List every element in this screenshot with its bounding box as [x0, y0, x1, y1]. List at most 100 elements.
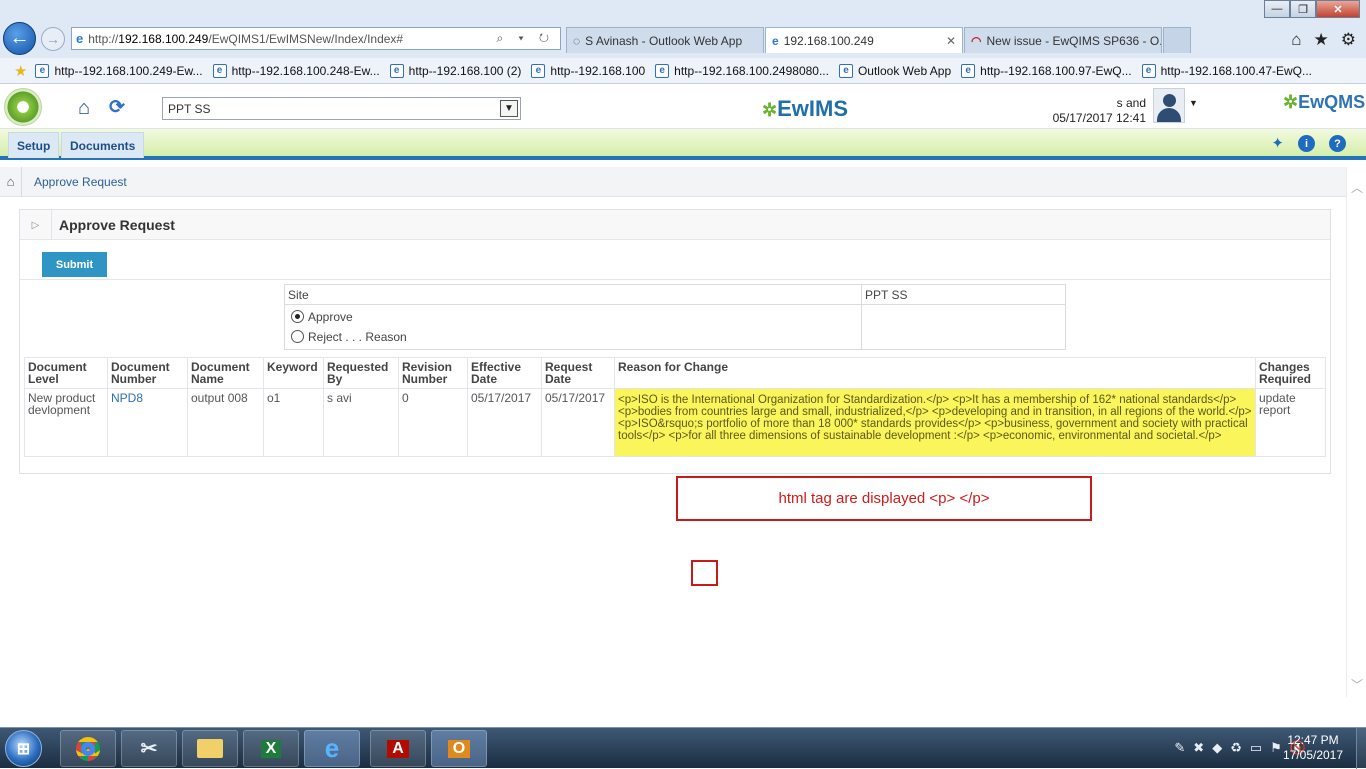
caret-down-icon[interactable]: ▼ [1189, 98, 1198, 108]
start-button[interactable]: ⊞ [5, 730, 42, 767]
taskbar-explorer[interactable] [182, 730, 238, 767]
tab-title: S Avinash - Outlook Web App [585, 33, 743, 48]
document-number-link[interactable]: NPD8 [107, 388, 188, 457]
cell-revision-number: 0 [398, 388, 468, 457]
ie-page-icon: e [531, 63, 546, 78]
tray-security-icon[interactable]: ✖ [1193, 740, 1204, 756]
col-reason-for-change[interactable]: Reason for Change [614, 357, 1256, 389]
tray-sync-icon[interactable]: ♻ [1230, 740, 1242, 756]
reject-radio[interactable] [291, 330, 304, 343]
reject-option[interactable]: Reject . . . Reason [285, 325, 861, 345]
main-nav: Setup Documents ✦ i ? [0, 129, 1366, 160]
col-document-number[interactable]: Document Number [107, 357, 188, 389]
leaf-icon: ✲ [1283, 92, 1299, 112]
nav-right-icons: ✦ i ? [1271, 135, 1346, 152]
panel-toolbar: Submit [20, 248, 1330, 280]
avatar[interactable] [1153, 88, 1185, 123]
favorite-link[interactable]: e Outlook Web App [838, 63, 952, 78]
table-row[interactable]: New product devlopment NPD8 output 008 o… [24, 388, 1326, 457]
submit-button[interactable]: Submit [42, 252, 107, 277]
approve-option[interactable]: Approve [285, 305, 861, 325]
favorite-link[interactable]: e http--192.168.100.248-Ew... [212, 63, 380, 78]
col-keyword[interactable]: Keyword [263, 357, 324, 389]
favorite-label: http--192.168.100.248-Ew... [231, 63, 380, 78]
tools-icon[interactable]: ⚙ [1341, 30, 1356, 50]
chevron-down-icon[interactable]: ▼ [500, 100, 518, 117]
cell-request-date: 05/17/2017 [541, 388, 615, 457]
forward-button[interactable]: → [41, 27, 65, 51]
favorites-star-icon[interactable]: ★ [14, 62, 27, 80]
breadcrumb-home-icon[interactable]: ⌂ [0, 166, 22, 197]
minimize-button[interactable]: — [1264, 0, 1290, 18]
col-effective-date[interactable]: Effective Date [467, 357, 542, 389]
user-datetime: 05/17/2017 12:41 [1052, 111, 1146, 125]
redmine-icon: ◠ [971, 33, 982, 48]
ie-page-icon: e [1141, 63, 1156, 78]
close-window-button[interactable]: ✕ [1316, 0, 1360, 18]
home-icon[interactable]: ⌂ [78, 97, 90, 120]
favorite-link[interactable]: e http--192.168.100.97-EwQ... [961, 63, 1132, 78]
home-icon[interactable]: ⌂ [1291, 30, 1301, 50]
taskbar-snipping[interactable]: ✂ [121, 730, 177, 767]
favorite-link[interactable]: e http--192.168.100 (2) [389, 63, 521, 78]
col-revision-number[interactable]: Revision Number [398, 357, 468, 389]
forward-arrow-icon: → [46, 31, 60, 47]
documents-table: Document Level Document Number Document Nam… [24, 357, 1326, 457]
col-changes-required[interactable]: Changes Required [1255, 357, 1326, 389]
favorite-link[interactable]: e http--192.168.100.47-EwQ... [1141, 63, 1312, 78]
col-document-level[interactable]: Document Level [24, 357, 108, 389]
favorite-label: Outlook Web App [857, 63, 952, 78]
tab-setup[interactable]: Setup [8, 132, 60, 158]
address-actions-icons[interactable]: ⌕ ▾ ↻ [496, 31, 555, 46]
taskbar-excel[interactable]: X [243, 730, 299, 767]
cell-document-name: output 008 [187, 388, 264, 457]
scroll-down-icon[interactable]: ﹀ [1351, 676, 1363, 693]
windows-logo-icon: ⊞ [16, 740, 31, 758]
page-title: Approve Request [59, 217, 175, 233]
taskbar-chrome[interactable] [60, 730, 116, 767]
taskbar-outlook[interactable]: O [431, 730, 487, 767]
expand-toggle-icon[interactable]: ▷ [20, 210, 52, 240]
scroll-up-icon[interactable]: ︿ [1351, 179, 1363, 196]
site-column: PPT SS [862, 285, 1065, 349]
tab-current[interactable]: e 192.168.100.249 ✕ [765, 27, 963, 53]
tray-network-share-icon[interactable]: ◆ [1212, 740, 1222, 756]
folder-icon [197, 739, 223, 758]
favorite-link[interactable]: e http--192.168.100.2498080... [655, 63, 829, 78]
address-bar[interactable]: e http://192.168.100.249/EwQIMS1/EwIMSNe… [71, 27, 561, 50]
table-header-row: Document Level Document Number Document Nam… [24, 357, 1326, 389]
favorites-icon[interactable]: ★ [1314, 30, 1329, 50]
favorite-link[interactable]: e http--192.168.100.249-Ew... [35, 63, 203, 78]
clock[interactable]: 12:47 PM 17/05/2017 [1268, 733, 1358, 763]
back-button[interactable]: ← [3, 22, 36, 55]
url-scheme: http:// [88, 31, 119, 46]
favorite-link[interactable]: e http--192.168.100 [531, 63, 645, 78]
col-requested-by[interactable]: Requested By [323, 357, 399, 389]
col-document-name[interactable]: Document Name [187, 357, 264, 389]
tab-outlook[interactable]: ◌ S Avinash - Outlook Web App [566, 27, 764, 53]
favorites-bar: ★ e http--192.168.100.249-Ew... e http--19… [0, 58, 1366, 84]
col-request-date[interactable]: Request Date [541, 357, 615, 389]
approve-radio[interactable] [291, 310, 304, 323]
help-icon[interactable]: ? [1329, 135, 1346, 152]
taskbar-ie[interactable]: e [304, 730, 360, 767]
tray-app-icon[interactable]: ✎ [1174, 740, 1185, 756]
site-select[interactable]: PPT SS ▼ [162, 97, 521, 120]
favorite-label: http--192.168.100.97-EwQ... [980, 63, 1132, 78]
favorite-label: http--192.168.100.249-Ew... [54, 63, 203, 78]
show-desktop-button[interactable] [1356, 728, 1366, 769]
tab-redmine[interactable]: ◠ New issue - EwQIMS SP636 - O... [964, 27, 1162, 53]
info-icon[interactable]: i [1298, 135, 1315, 152]
pin-icon[interactable]: ✦ [1271, 135, 1284, 152]
new-tab-button[interactable] [1163, 27, 1191, 53]
tab-documents[interactable]: Documents [61, 132, 145, 158]
maximize-button[interactable]: ❐ [1290, 0, 1316, 18]
taskbar-acrobat[interactable]: A [370, 730, 426, 767]
tray-display-icon[interactable]: ▭ [1250, 740, 1262, 756]
breadcrumb: ⌂ Approve Request [0, 166, 1346, 197]
close-tab-icon[interactable]: ✕ [940, 34, 956, 48]
refresh-icon[interactable]: ⟳ [109, 96, 125, 119]
app-menu-logo-icon[interactable] [4, 88, 42, 126]
page-scrollbar[interactable]: ︿ ﹀ [1346, 167, 1366, 697]
approval-column: Site Approve Reject . . . Reason [285, 285, 862, 349]
